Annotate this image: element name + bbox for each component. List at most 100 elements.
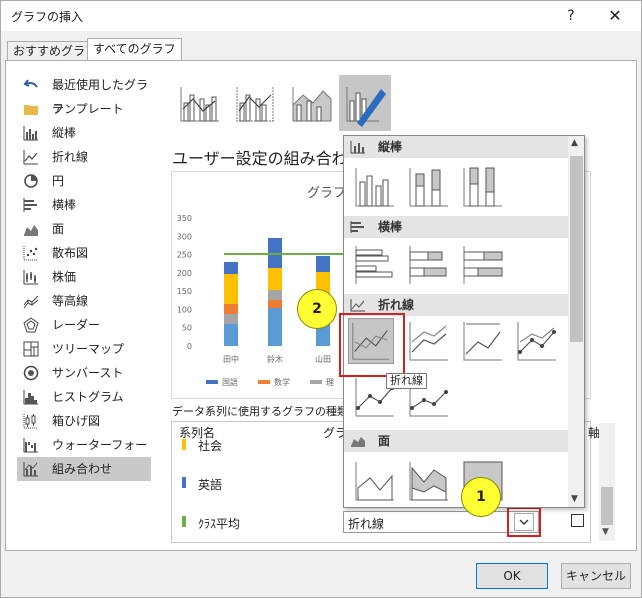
table-scroll-thumb[interactable] xyxy=(601,487,613,525)
sidebar-item-combo[interactable]: 組み合わせ xyxy=(17,457,151,481)
window-title: グラフの挿入 xyxy=(11,10,84,24)
combo-chart-icon xyxy=(23,462,38,477)
sidebar-item-surface[interactable]: 等高線 xyxy=(17,289,151,313)
sidebar-item-radar[interactable]: レーダー xyxy=(17,313,151,337)
category-label: 田中 xyxy=(223,354,239,364)
legend-label: 理 xyxy=(326,378,334,387)
stacked-100-bar-icon[interactable] xyxy=(460,242,506,288)
y-tick-label: 0 xyxy=(187,342,192,351)
histogram-icon xyxy=(23,390,38,405)
preview-bar-segment xyxy=(268,268,282,290)
bar-chart-icon xyxy=(23,198,37,212)
preview-bar-segment xyxy=(224,314,238,324)
column-chart-icon xyxy=(23,126,38,141)
waterfall-icon xyxy=(23,438,38,453)
clustered-bar-icon[interactable] xyxy=(352,242,398,288)
sidebar-item-label: ヒストグラム xyxy=(52,390,124,404)
sidebar-item-bar[interactable]: 横棒 xyxy=(17,193,151,217)
gallery-scroll-up[interactable]: ▲ xyxy=(571,138,578,148)
radar-chart-icon xyxy=(23,317,39,333)
stock-chart-icon xyxy=(23,270,38,285)
sidebar-item-label: 折れ線 xyxy=(52,150,89,164)
legend-swatch xyxy=(258,380,270,384)
preview-bar-segment xyxy=(268,290,282,300)
preview-bar-segment xyxy=(224,274,238,304)
series-name-class-avg: ｸﾗｽ平均 xyxy=(198,517,241,531)
sidebar-item-histogram[interactable]: ヒストグラム xyxy=(17,385,151,409)
ok-button[interactable]: OK xyxy=(476,563,548,589)
callout-2: 2 xyxy=(297,289,337,329)
sunburst-icon xyxy=(23,365,39,381)
sidebar-item-label: 等高線 xyxy=(52,294,89,308)
y-tick-label: 300 xyxy=(177,232,192,241)
table-scroll-down[interactable]: ▼ xyxy=(602,527,609,537)
callout-1: 1 xyxy=(461,477,501,517)
gallery-group-bar: 横棒 xyxy=(344,216,568,238)
combo-custom-icon[interactable] xyxy=(339,75,391,131)
close-button[interactable]: ✕ xyxy=(601,4,629,28)
clustered-column-icon[interactable] xyxy=(352,164,398,210)
stacked-100-line-icon[interactable] xyxy=(460,318,506,364)
sidebar-item-recent[interactable]: 最近使用したグラフ xyxy=(17,73,151,116)
surface-chart-icon xyxy=(23,295,39,309)
sidebar-item-stock[interactable]: 株価 xyxy=(17,265,151,289)
chevron-down-icon xyxy=(514,513,534,531)
stacked-bar-icon[interactable] xyxy=(406,242,452,288)
sidebar-item-sunburst[interactable]: サンバースト xyxy=(17,361,151,385)
sidebar-item-label: サンバースト xyxy=(52,366,124,380)
help-button[interactable]: ? xyxy=(559,4,583,28)
area-icon[interactable] xyxy=(352,458,398,504)
sidebar-item-label: 箱ひげ図 xyxy=(52,414,101,428)
scatter-chart-icon xyxy=(23,246,38,261)
sidebar-item-label: 面 xyxy=(52,222,65,236)
folder-icon xyxy=(24,105,38,115)
sidebar-item-box-whisker[interactable]: 箱ひげ図 xyxy=(17,409,151,433)
area-chart-icon xyxy=(24,225,38,236)
secondary-axis-checkbox[interactable] xyxy=(571,514,584,527)
preview-bar-segment xyxy=(268,300,282,308)
y-tick-label: 250 xyxy=(177,251,192,260)
tooltip: 折れ線 xyxy=(386,373,427,389)
table-scrollbar[interactable]: ▼ xyxy=(599,423,615,541)
sidebar-item-line[interactable]: 折れ線 xyxy=(17,145,151,169)
sidebar-item-treemap[interactable]: ツリーマップ xyxy=(17,337,151,361)
gallery-scroll-down[interactable]: ▼ xyxy=(571,494,578,504)
tab-all-charts[interactable]: すべてのグラフ xyxy=(87,38,182,61)
sidebar-item-template[interactable]: テンプレート xyxy=(17,97,151,121)
legend-label: 国語 xyxy=(222,377,238,387)
preview-bar-segment xyxy=(224,304,238,314)
stacked-line-icon[interactable] xyxy=(406,318,452,364)
sidebar-item-waterfall[interactable]: ウォーターフォール xyxy=(17,433,151,476)
line-chart-icon xyxy=(350,299,365,312)
combo-column-line-icon[interactable] xyxy=(173,75,225,131)
area-chart-icon xyxy=(351,437,365,447)
sidebar-item-label: テンプレート xyxy=(52,102,124,116)
combo-area-column-icon[interactable] xyxy=(285,75,337,131)
sidebar-item-column[interactable]: 縦棒 xyxy=(17,121,151,145)
y-tick-label: 50 xyxy=(182,324,192,333)
sidebar-item-scatter[interactable]: 散布図 xyxy=(17,241,151,265)
undo-icon xyxy=(23,79,38,88)
stacked-area-icon[interactable] xyxy=(406,458,452,504)
preview-bar-segment xyxy=(316,256,330,272)
y-tick-label: 100 xyxy=(177,305,192,314)
section-title: ユーザー設定の組み合わせ xyxy=(172,149,364,168)
highlight-line-option xyxy=(339,313,405,377)
series-caption: データ系列に使用するグラフの種類と xyxy=(172,405,359,418)
line-markers-icon[interactable] xyxy=(514,318,560,364)
preview-bar-segment xyxy=(224,262,238,274)
insert-chart-dialog: グラフの挿入 ? ✕ おすすめグラフ すべてのグラフ 最近使用したグラフ テンプ… xyxy=(0,0,642,598)
stacked-column-icon[interactable] xyxy=(406,164,452,210)
sidebar-item-label: 円 xyxy=(52,174,65,188)
gallery-scroll-thumb[interactable] xyxy=(570,156,583,342)
line-chart-icon xyxy=(23,150,38,165)
cancel-button[interactable]: キャンセル xyxy=(561,563,631,589)
stacked-100-column-icon[interactable] xyxy=(460,164,506,210)
sidebar-item-area[interactable]: 面 xyxy=(17,217,151,241)
combo-column-line-secondary-icon[interactable] xyxy=(229,75,281,131)
chart-type-dropdown-button[interactable] xyxy=(507,507,541,537)
title-bar: グラフの挿入 ? ✕ xyxy=(1,1,641,31)
sidebar-item-pie[interactable]: 円 xyxy=(17,169,151,193)
chart-type-sidebar: 最近使用したグラフ テンプレート 縦棒 折れ線 円 横棒 面 散布図 株価 等高… xyxy=(17,73,151,481)
series-name-shakai: 社会 xyxy=(198,439,223,453)
